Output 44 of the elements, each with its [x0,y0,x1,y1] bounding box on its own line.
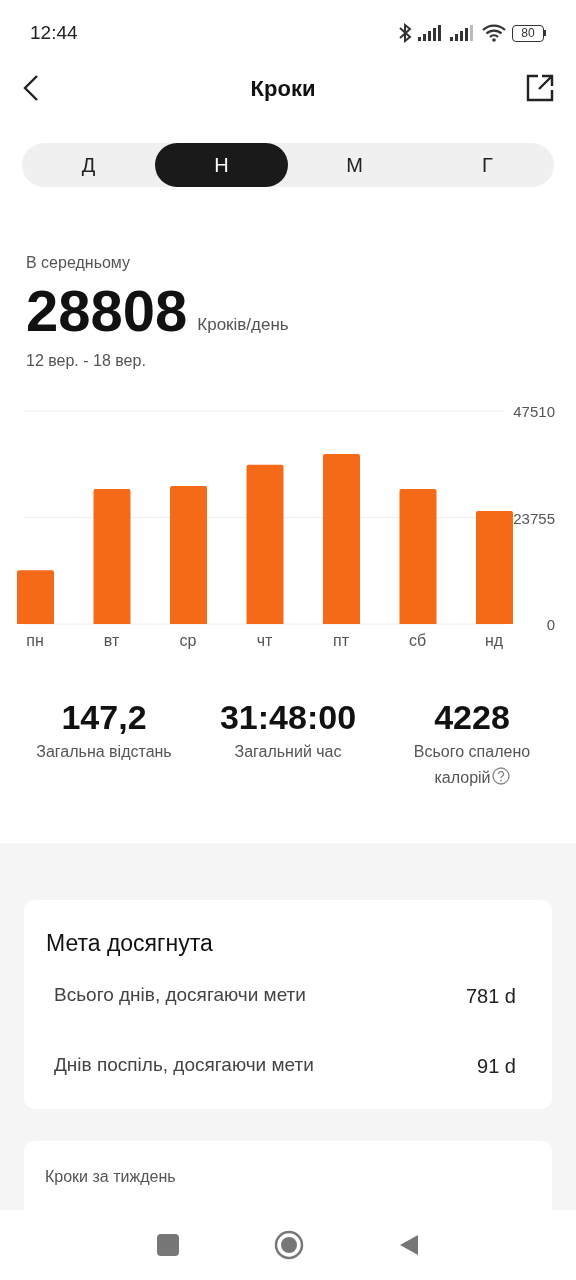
x-axis-label: вт [103,632,120,649]
home-button[interactable] [274,1230,304,1260]
period-tab[interactable]: М [288,143,421,187]
goal-label: Всього днів, досягаючи мети [54,983,306,1008]
stat-value: 4228 [434,697,510,737]
goal-value: 91 d [477,1053,516,1079]
x-axis-label: сб [408,632,427,649]
card-subtitle: Кроки за тиждень [45,1166,177,1187]
page-title: Кроки [250,74,316,103]
x-axis-label: чт [256,632,273,649]
signal-icon [450,25,476,41]
date-range: 12 вер. - 18 вер. [26,351,147,371]
stat-label: Загальний час [233,742,343,762]
stat-label: Всього спалено калорій [412,742,532,788]
x-axis-label: нд [484,632,504,649]
y-axis-label: 0 [546,616,555,633]
bluetooth-icon [398,23,412,43]
stat-label: Загальна відстань [35,742,173,762]
recents-button[interactable] [157,1234,180,1256]
stat-value: 147,2 [61,697,147,737]
y-axis-label: 47510 [513,403,555,420]
period-tab[interactable]: Н [155,143,288,187]
period-tab[interactable]: Д [22,143,155,187]
card-title: Мета досягнута [46,929,214,958]
x-axis-label: пт [333,632,349,649]
steps-unit: Кроків/день [197,313,289,336]
goal-label: Днів поспіль, досягаючи мети [54,1053,314,1078]
bar [17,570,54,624]
back-button[interactable] [22,74,40,102]
average-steps: 28808 [26,281,188,341]
signal-icon [418,25,444,41]
battery-icon: 80 [512,24,546,42]
status-time: 12:44 [30,20,78,45]
period-tab[interactable]: Г [421,143,554,187]
goal-value: 781 d [465,983,516,1009]
back-nav-button[interactable] [398,1234,419,1256]
x-axis-label: ср [179,632,197,649]
x-axis-label: пн [26,632,44,649]
help-icon[interactable] [491,767,510,785]
share-button[interactable] [526,74,554,102]
y-axis-label: 23755 [513,509,555,527]
wifi-icon [482,24,506,42]
summary-label: В середньому [26,253,132,273]
stat-value: 31:48:00 [219,697,357,737]
